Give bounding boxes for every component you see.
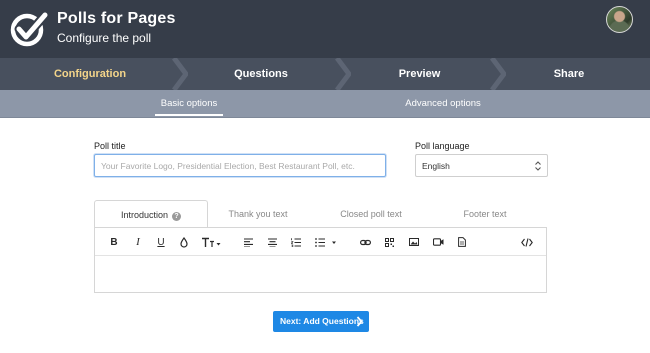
bold-button[interactable]: B <box>109 235 119 249</box>
rich-text-editor: B I U <box>94 227 547 293</box>
link-icon <box>359 239 371 245</box>
align-left-button[interactable] <box>243 235 253 249</box>
font-color-icon <box>180 236 188 248</box>
tab-thank-you-text[interactable]: Thank you text <box>208 200 308 228</box>
insert-file-button[interactable] <box>457 235 467 249</box>
align-center-button[interactable] <box>267 235 277 249</box>
subtab-advanced-options[interactable]: Advanced options <box>400 90 486 118</box>
poll-title-input[interactable] <box>95 155 385 176</box>
tab-footer-text[interactable]: Footer text <box>440 200 530 228</box>
align-left-icon <box>243 237 253 247</box>
insert-video-button[interactable] <box>432 235 444 249</box>
tab-closed-poll-text[interactable]: Closed poll text <box>324 200 418 228</box>
poll-language-label: Poll language <box>415 141 470 151</box>
poll-language-select[interactable]: English <box>415 154 548 177</box>
image-icon <box>408 238 419 246</box>
step-preview[interactable]: Preview <box>342 58 497 90</box>
align-center-icon <box>267 237 277 247</box>
app-title: Polls for Pages <box>57 10 176 27</box>
font-color-button[interactable] <box>179 235 189 249</box>
code-view-icon <box>521 237 533 247</box>
video-icon <box>432 238 443 246</box>
italic-button[interactable]: I <box>133 235 143 249</box>
user-avatar[interactable] <box>606 6 633 33</box>
insert-image-button[interactable] <box>408 235 419 249</box>
editor-toolbar: B I U <box>95 228 546 256</box>
unordered-list-icon <box>315 237 336 247</box>
next-button-label: Next: Add Questions <box>280 316 364 326</box>
font-size-icon <box>202 237 221 247</box>
step-questions[interactable]: Questions <box>180 58 342 90</box>
step-share[interactable]: Share <box>497 58 641 90</box>
options-subtabs: Basic options Advanced options <box>0 90 650 118</box>
select-arrows-icon <box>535 161 541 171</box>
app-subtitle: Configure the poll <box>57 31 152 45</box>
tab-introduction-label: Introduction <box>120 210 169 220</box>
chevron-right-icon <box>356 316 363 327</box>
qr-code-icon <box>385 237 394 247</box>
ordered-list-icon <box>291 237 301 247</box>
tab-introduction[interactable]: Introduction? <box>94 200 208 229</box>
check-logo-icon <box>10 10 49 47</box>
app-header: Polls for Pages Configure the poll <box>0 0 650 58</box>
step-configuration[interactable]: Configuration <box>0 58 180 90</box>
poll-language-value: English <box>422 161 450 171</box>
qr-code-button[interactable] <box>384 235 395 249</box>
file-icon <box>458 237 466 247</box>
help-icon[interactable]: ? <box>172 212 182 221</box>
subtab-basic-options[interactable]: Basic options <box>155 90 223 118</box>
unordered-list-button[interactable] <box>315 235 337 249</box>
code-view-button[interactable] <box>521 235 533 249</box>
editor-content-area[interactable] <box>95 256 546 292</box>
content-tabs: Introduction? Thank you text Closed poll… <box>94 200 548 229</box>
poll-title-field[interactable] <box>94 154 386 177</box>
font-size-button[interactable] <box>201 235 221 249</box>
next-add-questions-button[interactable]: Next: Add Questions <box>273 311 369 332</box>
poll-title-label: Poll title <box>94 141 126 151</box>
ordered-list-button[interactable] <box>291 235 301 249</box>
underline-button[interactable]: U <box>156 235 166 249</box>
link-button[interactable] <box>359 235 371 249</box>
wizard-steps: Configuration Questions Preview Share <box>0 58 650 90</box>
